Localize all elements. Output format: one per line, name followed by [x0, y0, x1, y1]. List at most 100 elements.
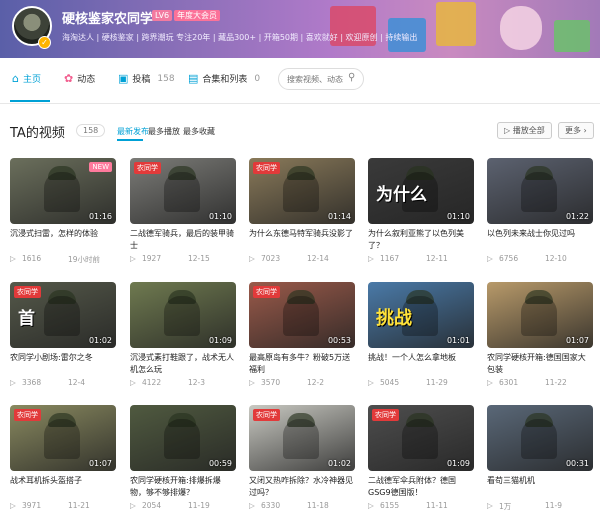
video-card[interactable]: 挑战 01:01 挑战！一个人怎么拿地板 ▷ 5045 11-29 — [368, 282, 474, 390]
video-card[interactable]: NEW 01:16 沉浸式扫雷，怎样的体验 ▷ 1616 19小时前 — [10, 158, 116, 266]
sort-most-favorited[interactable]: 最多收藏 — [183, 126, 215, 137]
duration-label: 00:31 — [565, 459, 589, 468]
soldier-shape — [283, 296, 319, 336]
tab-uploads[interactable]: ▣ 投稿 158 — [118, 72, 175, 85]
video-thumbnail[interactable]: 农同学 01:07 — [10, 405, 116, 471]
play-count-icon: ▷ — [10, 378, 16, 387]
tab-collections[interactable]: ▤ 合集和列表 0 — [188, 72, 260, 85]
video-count-badge: 158 — [76, 124, 106, 137]
tab-dynamic[interactable]: ✿ 动态 — [64, 72, 95, 85]
channel-tag: 农同学 — [253, 162, 280, 174]
gift-decoration — [436, 2, 476, 46]
video-meta: ▷ 3971 11-21 — [10, 501, 116, 513]
video-title[interactable]: 农同学硬核开箱:排爆拆爆物，够不够排爆？ — [130, 475, 236, 499]
play-count-icon: ▷ — [368, 254, 374, 263]
view-count: 6155 — [380, 501, 400, 510]
channel-tag: 农同学 — [253, 409, 280, 421]
video-thumbnail[interactable]: 农同学 00:53 — [249, 282, 355, 348]
more-button[interactable]: 更多 › — [558, 122, 594, 139]
publish-date: 11-19 — [188, 501, 210, 510]
video-thumbnail[interactable]: 农同学 01:02 — [249, 405, 355, 471]
soldier-shape — [44, 296, 80, 336]
active-tab-indicator — [10, 100, 50, 102]
video-meta: ▷ 3570 12-2 — [249, 378, 355, 390]
video-title[interactable]: 挑战！一个人怎么拿地板 — [368, 352, 474, 376]
soldier-shape — [44, 172, 80, 212]
play-count-icon: ▷ — [249, 254, 255, 263]
search-icon[interactable]: ⚲ — [348, 72, 355, 83]
new-badge: NEW — [89, 162, 112, 172]
publish-date: 12-11 — [426, 254, 448, 263]
play-all-button[interactable]: ▷ 播放全部 — [497, 122, 552, 139]
video-thumbnail[interactable]: 00:31 — [487, 405, 593, 471]
video-card[interactable]: 农同学 01:09 二战德军伞兵附体？德国GSG9德国版！ ▷ 6155 11-11 — [368, 405, 474, 513]
video-card[interactable]: 为什么 01:10 为什么叙利亚熊了以色列美了？ ▷ 1167 12-11 — [368, 158, 474, 266]
video-card[interactable]: 农同学首 01:02 农同学小剧场:雷尔之冬 ▷ 3368 12-4 — [10, 282, 116, 390]
channel-tag: 农同学 — [372, 409, 399, 421]
publish-date: 11-18 — [307, 501, 329, 510]
sort-latest[interactable]: 最新发布 — [117, 126, 149, 137]
soldier-shape — [164, 172, 200, 212]
video-card[interactable]: 00:59 农同学硬核开箱:排爆拆爆物，够不够排爆？ ▷ 2054 11-19 — [130, 405, 236, 513]
video-card[interactable]: 农同学 01:10 二战德军骑兵，最后的装甲骑士 ▷ 1927 12-15 — [130, 158, 236, 266]
tab-label: 投稿 — [132, 75, 151, 85]
vip-badge: 年度大会员 — [174, 10, 220, 21]
play-count-icon: ▷ — [368, 378, 374, 387]
video-thumbnail[interactable]: 01:22 — [487, 158, 593, 224]
video-thumbnail[interactable]: 为什么 01:10 — [368, 158, 474, 224]
video-thumbnail[interactable]: 农同学首 01:02 — [10, 282, 116, 348]
home-icon: ⌂ — [12, 72, 19, 85]
duration-label: 01:07 — [565, 336, 589, 345]
video-thumbnail[interactable]: 00:59 — [130, 405, 236, 471]
video-title[interactable]: 又闭又热咋拆除？水冷神器见过吗？ — [249, 475, 355, 499]
video-card[interactable]: 农同学 01:07 战术耳机拆头盔搭子 ▷ 3971 11-21 — [10, 405, 116, 513]
video-thumbnail[interactable]: 农同学 01:10 — [130, 158, 236, 224]
verified-badge: ✓ — [38, 36, 51, 49]
view-count: 3971 — [22, 501, 42, 510]
video-title[interactable]: 农同学小剧场:雷尔之冬 — [10, 352, 116, 376]
duration-label: 01:16 — [88, 212, 112, 221]
video-title[interactable]: 沉浸式素打鞋跟了，战术无人机怎么玩 — [130, 352, 236, 376]
video-meta: ▷ 5045 11-29 — [368, 378, 474, 390]
video-thumbnail[interactable]: 挑战 01:01 — [368, 282, 474, 348]
video-title[interactable]: 二战德军伞兵附体？德国GSG9德国版！ — [368, 475, 474, 499]
duration-label: 01:01 — [446, 336, 470, 345]
tab-count: 158 — [157, 73, 175, 84]
video-card[interactable]: 01:22 以色列未来战士你见过吗 ▷ 6756 12-10 — [487, 158, 593, 266]
video-title[interactable]: 二战德军骑兵，最后的装甲骑士 — [130, 228, 236, 252]
sort-most-played[interactable]: 最多播放 — [148, 126, 180, 137]
video-title[interactable]: 农同学硬核开箱:德国国家大包装 — [487, 352, 593, 376]
video-title[interactable]: 为什么东德马特军骑兵没影了 — [249, 228, 355, 252]
video-card[interactable]: 农同学 01:14 为什么东德马特军骑兵没影了 ▷ 7023 12-14 — [249, 158, 355, 266]
video-card[interactable]: 01:07 农同学硬核开箱:德国国家大包装 ▷ 6301 11-22 — [487, 282, 593, 390]
video-thumbnail[interactable]: 农同学 01:14 — [249, 158, 355, 224]
video-meta: ▷ 6330 11-18 — [249, 501, 355, 513]
duration-label: 01:09 — [446, 459, 470, 468]
channel-tag: 农同学 — [253, 286, 280, 298]
video-title[interactable]: 最高原岛有多牛？粉破5万送福利 — [249, 352, 355, 376]
publish-date: 12-15 — [188, 254, 210, 263]
video-card[interactable]: 农同学 01:02 又闭又热咋拆除？水冷神器见过吗？ ▷ 6330 11-18 — [249, 405, 355, 513]
video-title[interactable]: 沉浸式扫雷，怎样的体验 — [10, 228, 116, 252]
video-title[interactable]: 战术耳机拆头盔搭子 — [10, 475, 116, 499]
video-title[interactable]: 为什么叙利亚熊了以色列美了？ — [368, 228, 474, 252]
video-meta: ▷ 6756 12-10 — [487, 254, 593, 266]
video-card[interactable]: 00:31 看苟三猫机机 ▷ 1万 11-9 — [487, 405, 593, 513]
video-thumbnail[interactable]: 01:09 — [130, 282, 236, 348]
video-thumbnail[interactable]: NEW 01:16 — [10, 158, 116, 224]
tab-home[interactable]: ⌂ 主页 — [12, 72, 41, 85]
video-card[interactable]: 农同学 00:53 最高原岛有多牛？粉破5万送福利 ▷ 3570 12-2 — [249, 282, 355, 390]
publish-date: 12-4 — [68, 378, 86, 387]
video-thumbnail[interactable]: 01:07 — [487, 282, 593, 348]
video-card[interactable]: 01:09 沉浸式素打鞋跟了，战术无人机怎么玩 ▷ 4122 12-3 — [130, 282, 236, 390]
view-count: 5045 — [380, 378, 400, 387]
publish-date: 11-9 — [545, 501, 563, 510]
video-thumbnail[interactable]: 农同学 01:09 — [368, 405, 474, 471]
view-count: 1616 — [22, 254, 42, 263]
duration-label: 01:10 — [208, 212, 232, 221]
video-meta: ▷ 1167 12-11 — [368, 254, 474, 266]
channel-tag: 农同学 — [14, 286, 41, 298]
video-title[interactable]: 看苟三猫机机 — [487, 475, 593, 499]
profile-nav: ⌂ 主页 ✿ 动态 ▣ 投稿 158 ▤ 合集和列表 0 ⚲ — [0, 58, 600, 104]
video-title[interactable]: 以色列未来战士你见过吗 — [487, 228, 593, 252]
